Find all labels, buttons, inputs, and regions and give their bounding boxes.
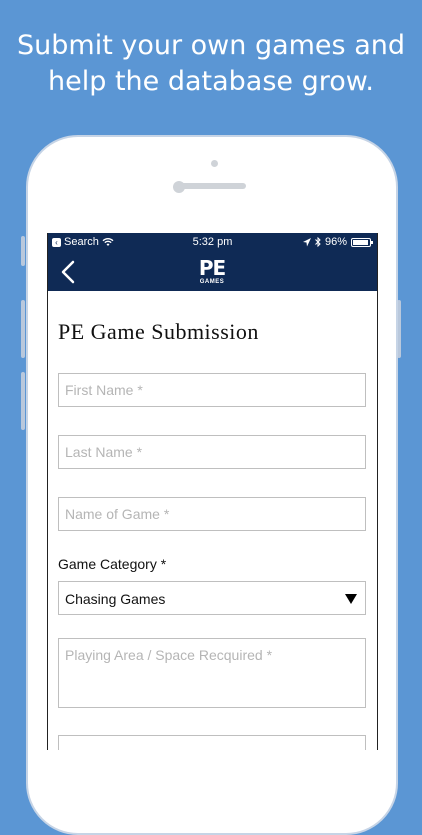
game-category-select[interactable]: Chasing Games (58, 581, 366, 615)
first-name-field[interactable] (58, 373, 366, 407)
pe-games-logo: PE GAMES (194, 258, 230, 286)
equipment-input[interactable] (59, 736, 365, 750)
battery-level-fill (353, 239, 369, 245)
game-name-field[interactable] (58, 497, 366, 531)
dropdown-arrow-icon (345, 594, 357, 604)
promo-line-2: help the database grow. (48, 66, 374, 97)
phone-volume-down (21, 372, 25, 430)
game-category-value: Chasing Games (65, 591, 166, 607)
form-content: PE Game Submission (48, 319, 377, 345)
location-icon (302, 237, 311, 246)
last-name-input[interactable] (59, 436, 365, 468)
status-bar: ‹ Search 5:32 pm 96% (48, 233, 377, 253)
bluetooth-icon (315, 237, 321, 247)
nav-bar: PE GAMES (48, 253, 377, 291)
first-name-input[interactable] (59, 374, 365, 406)
phone-sensor (211, 160, 218, 167)
battery-percent: 96% (324, 236, 347, 248)
equipment-field[interactable] (58, 735, 366, 750)
page-title: PE Game Submission (58, 319, 259, 344)
logo-main-text: PE (198, 256, 226, 280)
phone-mute-switch (21, 236, 25, 266)
battery-icon (351, 237, 373, 247)
playing-area-field[interactable] (58, 638, 366, 708)
promo-headline: Submit your own games and help the datab… (0, 28, 422, 100)
promo-line-1: Submit your own games and (17, 30, 405, 61)
phone-volume-up (21, 300, 25, 358)
back-chevron-icon[interactable] (58, 259, 80, 285)
app-screen: ‹ Search 5:32 pm 96% PE GAMES PE Game Su… (47, 233, 378, 750)
game-name-input[interactable] (59, 498, 365, 530)
game-category-label: Game Category * (58, 556, 167, 572)
last-name-field[interactable] (58, 435, 366, 469)
playing-area-input[interactable] (59, 639, 365, 707)
phone-speaker (180, 183, 246, 189)
